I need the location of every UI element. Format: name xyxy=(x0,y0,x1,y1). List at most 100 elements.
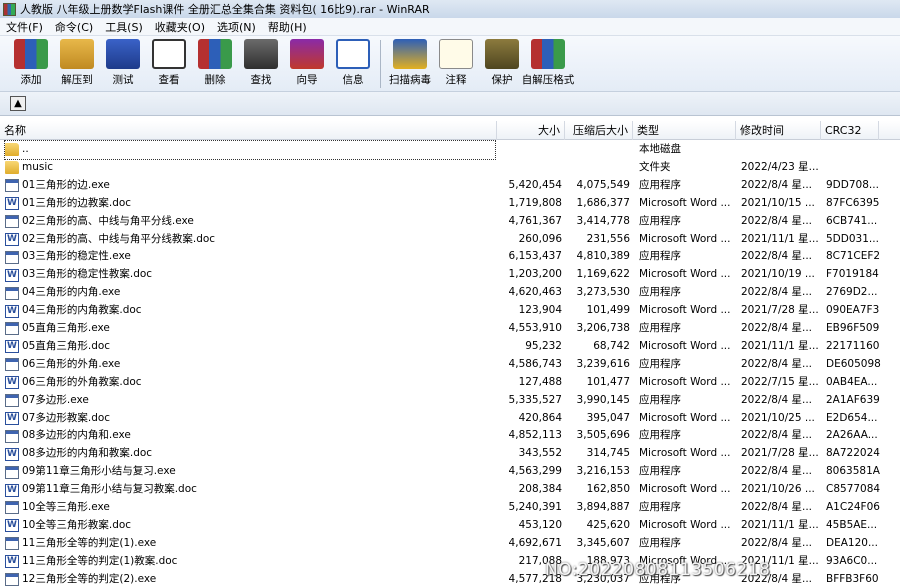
file-modified: 2022/8/4 星... xyxy=(741,286,813,299)
column-header-modified[interactable]: 修改时间 xyxy=(736,121,821,140)
file-name: 02三角形的高、中线与角平分线.exe xyxy=(22,214,194,227)
menu-item-3[interactable]: 收藏夹(O) xyxy=(149,19,211,35)
file-crc: 8A722024 xyxy=(826,447,880,460)
file-name-cell: 05直角三角形.exe xyxy=(5,320,495,338)
up-one-level-button[interactable]: ▲ xyxy=(10,96,26,111)
file-type: Microsoft Word ... xyxy=(639,339,731,352)
file-row[interactable]: 02三角形的高、中线与角平分线教案.doc 260,096 231,556 Micro… xyxy=(0,231,900,248)
word-document-icon xyxy=(5,195,19,213)
file-name-cell: 12三角形全等的判定(2).exe xyxy=(5,571,495,588)
file-row[interactable]: 01三角形的边.exe 5,420,454 4,075,549 应用程序 2022/8/… xyxy=(0,177,900,195)
extract-button[interactable]: 解压到 xyxy=(54,36,100,90)
file-row[interactable]: 03三角形的稳定性.exe 6,153,437 4,810,389 应用程序 2022/… xyxy=(0,248,900,266)
exe-file-icon xyxy=(5,250,19,264)
file-type: 应用程序 xyxy=(639,322,681,334)
file-packed-size: 1,169,622 xyxy=(576,268,630,281)
file-row[interactable]: 08多边形的内角和教案.doc 343,552 314,745 Microsoft W… xyxy=(0,445,900,463)
file-name-cell: 09第11章三角形小结与复习教案.doc xyxy=(5,481,495,499)
file-row[interactable]: 06三角形的外角教案.doc 127,488 101,477 Microsoft Wo… xyxy=(0,374,900,392)
menu-item-2[interactable]: 工具(S) xyxy=(99,19,149,35)
winrar-app-icon xyxy=(3,2,16,16)
file-name: 05直角三角形.doc xyxy=(22,339,111,352)
column-header-crc[interactable]: CRC32 xyxy=(821,121,879,140)
shield-icon xyxy=(485,39,519,69)
file-size: 1,719,808 xyxy=(508,196,562,209)
word-document-icon xyxy=(5,410,19,427)
file-name-cell: 01三角形的边教案.doc xyxy=(5,195,495,213)
menu-item-4[interactable]: 选项(N) xyxy=(211,19,262,35)
file-name: 03三角形的稳定性.exe xyxy=(22,250,131,263)
file-row[interactable]: 10全等三角形.exe 5,240,391 3,894,887 应用程序 2022/8/… xyxy=(0,499,900,517)
file-size: 5,240,391 xyxy=(508,501,562,513)
file-name-cell: 08多边形的内角和教案.doc xyxy=(5,445,495,463)
file-packed-size: 68,742 xyxy=(593,339,630,352)
file-packed-size: 395,047 xyxy=(586,411,630,424)
file-row[interactable]: 11三角形全等的判定(1).exe 4,692,671 3,345,607 应用程序 2… xyxy=(0,535,900,553)
binoculars-icon xyxy=(244,39,278,69)
column-header-packed[interactable]: 压缩后大小 xyxy=(565,121,633,140)
find-button[interactable]: 查找 xyxy=(238,36,284,90)
file-row[interactable]: 07多边形.exe 5,335,527 3,990,145 应用程序 2022/8/4 … xyxy=(0,392,900,410)
file-row[interactable]: 09第11章三角形小结与复习.exe 4,563,299 3,216,153 应用程序… xyxy=(0,463,900,481)
delete-button[interactable]: 删除 xyxy=(192,36,238,90)
test-button[interactable]: 测试 xyxy=(100,36,146,90)
file-type: 应用程序 xyxy=(639,214,681,227)
file-size: 4,620,463 xyxy=(508,286,562,299)
file-row[interactable]: 01三角形的边教案.doc 1,719,808 1,686,377 Microsoft… xyxy=(0,195,900,213)
file-name: 09第11章三角形小结与复习.exe xyxy=(22,465,176,478)
view-button[interactable]: 查看 xyxy=(146,36,192,90)
info-button[interactable]: 信息 xyxy=(330,36,376,90)
file-row[interactable]: 02三角形的高、中线与角平分线.exe 4,761,367 3,414,778 应用程… xyxy=(0,213,900,231)
wizard-button[interactable]: 向导 xyxy=(284,36,330,90)
file-name-cell: 08多边形的内角和.exe xyxy=(5,427,495,445)
menu-item-1[interactable]: 命令(C) xyxy=(49,19,99,35)
file-packed-size: 101,499 xyxy=(586,304,630,317)
menu-item-0[interactable]: 文件(F) xyxy=(0,19,49,35)
file-modified: 2022/8/4 星... xyxy=(741,214,813,227)
virus-button[interactable]: 扫描病毒 xyxy=(387,36,433,90)
file-packed-size: 3,894,887 xyxy=(576,501,630,513)
info-icon xyxy=(336,39,370,69)
file-packed-size: 162,850 xyxy=(586,483,630,496)
file-row[interactable]: 06三角形的外角.exe 4,586,743 3,239,616 应用程序 2022/8… xyxy=(0,356,900,374)
column-header-size[interactable]: 大小 xyxy=(497,121,565,140)
file-type: Microsoft Word ... xyxy=(639,447,731,460)
file-crc: 93A6C0... xyxy=(826,554,878,567)
virus-label: 扫描病毒 xyxy=(389,74,431,86)
file-row[interactable]: 05直角三角形.exe 4,553,910 3,206,738 应用程序 2022/8/… xyxy=(0,320,900,338)
file-row[interactable]: .. 本地磁盘 xyxy=(0,140,900,160)
protect-button[interactable]: 保护 xyxy=(479,36,525,90)
file-packed-size: 3,990,145 xyxy=(576,393,630,406)
file-row[interactable]: 10全等三角形教案.doc 453,120 425,620 Microsoft Wor… xyxy=(0,517,900,535)
sfx-button[interactable]: 自解压格式 xyxy=(522,36,574,90)
file-row[interactable]: 04三角形的内角教案.doc 123,904 101,499 Microsoft Wo… xyxy=(0,302,900,320)
word-document-icon xyxy=(5,446,19,463)
add-button[interactable]: 添加 xyxy=(8,36,54,90)
file-type: 应用程序 xyxy=(639,357,681,370)
column-header-type[interactable]: 类型 xyxy=(633,121,736,140)
list-header: 名称 大小 压缩后大小 类型 修改时间 CRC32 xyxy=(0,121,900,140)
file-row[interactable]: 04三角形的内角.exe 4,620,463 3,273,530 应用程序 2022/8… xyxy=(0,284,900,302)
file-name: 01三角形的边教案.doc xyxy=(22,196,132,209)
word-document-icon xyxy=(5,303,19,320)
file-crc: BFFB3F60 xyxy=(826,572,879,585)
file-name-cell: 04三角形的内角.exe xyxy=(5,284,495,302)
file-row[interactable]: 03三角形的稳定性教案.doc 1,203,200 1,169,622 Microso… xyxy=(0,266,900,284)
file-size: 4,553,910 xyxy=(508,322,562,334)
file-row[interactable]: music 文件夹 2022/4/23 星... xyxy=(0,159,900,177)
file-size: 453,120 xyxy=(518,518,562,531)
file-row[interactable]: 08多边形的内角和.exe 4,852,113 3,505,696 应用程序 2022/… xyxy=(0,427,900,445)
file-row[interactable]: 07多边形教案.doc 420,864 395,047 Microsoft Word … xyxy=(0,410,900,427)
file-size xyxy=(498,159,562,177)
file-type: 应用程序 xyxy=(639,286,681,299)
file-size: 95,232 xyxy=(525,339,562,352)
menu-item-5[interactable]: 帮助(H) xyxy=(262,19,313,35)
column-header-name[interactable]: 名称 xyxy=(0,121,497,140)
file-crc: 8C71CEF2 xyxy=(826,250,881,263)
file-crc: 0AB4EA... xyxy=(826,375,878,388)
file-size: 4,692,671 xyxy=(508,536,562,549)
file-crc: 9DD708... xyxy=(826,178,879,191)
comment-button[interactable]: 注释 xyxy=(433,36,479,90)
file-row[interactable]: 09第11章三角形小结与复习教案.doc 208,384 162,850 Micros… xyxy=(0,481,900,499)
file-row[interactable]: 05直角三角形.doc 95,232 68,742 Microsoft Word ..… xyxy=(0,338,900,356)
